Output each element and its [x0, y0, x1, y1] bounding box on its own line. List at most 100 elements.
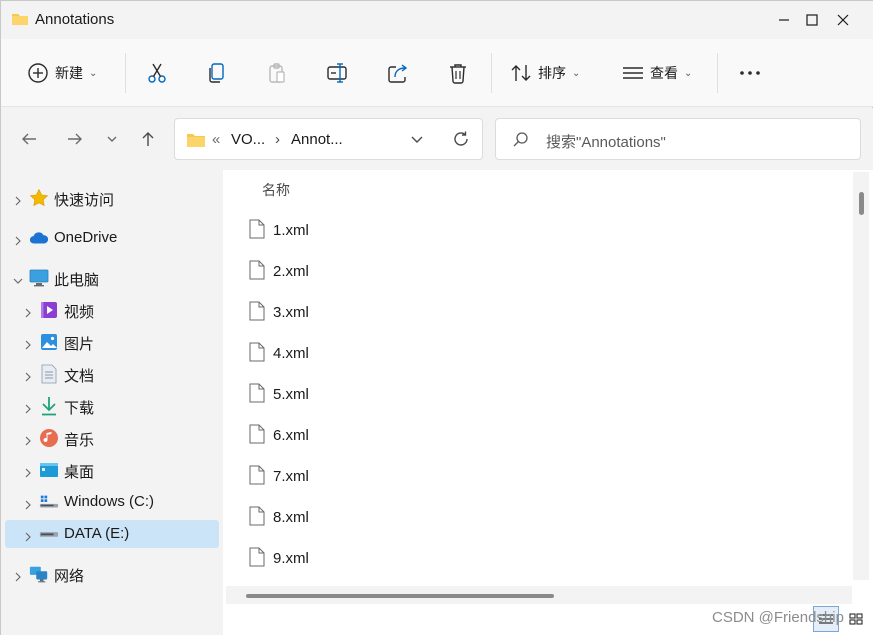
chevron-down-icon[interactable] [410, 134, 424, 146]
chevron-right-icon[interactable] [23, 433, 33, 446]
sidebar-item-label: 此电脑 [54, 272, 100, 289]
copy-button[interactable] [206, 39, 228, 107]
sidebar-item[interactable]: 桌面 [5, 456, 219, 484]
documents-icon [39, 364, 59, 384]
vertical-scrollbar[interactable] [853, 172, 869, 580]
up-button[interactable] [136, 108, 160, 170]
sidebar-item[interactable]: DATA (E:) [5, 520, 219, 548]
tiles-view-button[interactable] [843, 606, 869, 632]
chevron-right-icon[interactable] [23, 529, 33, 542]
file-row[interactable]: 6.xml [243, 415, 843, 456]
share-icon [388, 64, 408, 83]
sidebar-item[interactable]: 快速访问 [5, 184, 219, 212]
back-button[interactable] [17, 108, 41, 170]
file-icon [249, 424, 265, 447]
horizontal-scrollbar[interactable] [226, 586, 852, 604]
column-header-name[interactable]: 名称 [262, 180, 290, 200]
breadcrumb-separator: › [275, 131, 280, 148]
chevron-right-icon[interactable] [23, 369, 33, 382]
breadcrumb-item[interactable]: Annot... [291, 131, 343, 148]
chevron-right-icon[interactable] [23, 497, 33, 510]
paste-button[interactable] [266, 39, 288, 107]
recent-locations-button[interactable] [102, 108, 122, 170]
sidebar-item[interactable]: 网络 [5, 560, 219, 588]
close-button[interactable] [814, 1, 872, 39]
file-name: 3.xml [273, 304, 309, 321]
network-icon [29, 564, 49, 584]
forward-button[interactable] [63, 108, 87, 170]
delete-icon [450, 64, 466, 84]
tiles-view-icon [849, 613, 863, 625]
file-explorer-window: Annotations 新建 ⌄ 排序 ⌄ 查看 ⌄ « VO... › Ann… [0, 0, 873, 635]
view-button[interactable]: 查看 ⌄ [622, 39, 692, 107]
file-row[interactable]: 2.xml [243, 251, 843, 292]
drive-c-icon [39, 492, 59, 512]
sidebar-item[interactable]: 下载 [5, 392, 219, 420]
new-button[interactable]: 新建 ⌄ [27, 39, 97, 107]
navigation-pane: 快速访问 OneDrive 此电脑视频图片文档下载音乐桌面 Windows (C:) D… [1, 170, 223, 635]
sidebar-item[interactable]: 图片 [5, 328, 219, 356]
chevron-right-icon[interactable] [13, 569, 23, 582]
search-placeholder: 搜索"Annotations" [546, 134, 666, 151]
file-row[interactable]: 4.xml [243, 333, 843, 374]
sidebar-item-label: 音乐 [64, 432, 95, 449]
file-row[interactable]: 1.xml [243, 210, 843, 251]
file-name: 1.xml [273, 222, 309, 239]
chevron-right-icon[interactable] [13, 193, 23, 206]
file-icon [249, 465, 265, 488]
file-name: 8.xml [273, 509, 309, 526]
chevron-right-icon[interactable] [23, 401, 33, 414]
breadcrumb-item[interactable]: VO... [231, 131, 265, 148]
chevron-right-icon[interactable] [23, 305, 33, 318]
watermark-text: CSDN @Friendship [712, 609, 844, 626]
share-button[interactable] [387, 39, 409, 107]
sidebar-item[interactable]: 视频 [5, 296, 219, 324]
file-row[interactable]: 7.xml [243, 456, 843, 497]
file-row[interactable]: 3.xml [243, 292, 843, 333]
sidebar-item-label: Windows (C:) [64, 493, 155, 510]
more-options-button[interactable] [739, 39, 761, 107]
file-icon [249, 260, 265, 283]
file-row[interactable]: 9.xml [243, 538, 843, 579]
file-row[interactable]: 5.xml [243, 374, 843, 415]
paste-icon [269, 63, 285, 83]
sidebar-item[interactable]: Windows (C:) [5, 488, 219, 516]
delete-button[interactable] [447, 39, 469, 107]
sidebar-item-label: 图片 [64, 336, 95, 353]
chevron-down-icon [107, 136, 117, 142]
breadcrumb-overflow[interactable]: « [212, 131, 220, 148]
cloud-icon [29, 228, 49, 248]
file-name: 2.xml [273, 263, 309, 280]
chevron-down-icon[interactable] [13, 273, 23, 284]
horizontal-scroll-thumb[interactable] [246, 594, 554, 598]
vertical-scroll-thumb[interactable] [859, 192, 864, 215]
cut-icon [148, 63, 166, 83]
cut-button[interactable] [146, 39, 168, 107]
file-icon [249, 219, 265, 242]
new-label: 新建 [55, 65, 83, 81]
refresh-icon[interactable] [452, 130, 470, 148]
plus-circle-icon [28, 63, 48, 83]
sidebar-item-label: DATA (E:) [64, 525, 130, 542]
desktop-icon [39, 460, 59, 480]
chevron-right-icon[interactable] [23, 337, 33, 350]
chevron-right-icon[interactable] [13, 233, 23, 246]
sidebar-item[interactable]: 此电脑 [5, 264, 219, 292]
star-icon [29, 188, 49, 208]
sidebar-item[interactable]: 文档 [5, 360, 219, 388]
rename-icon [327, 63, 347, 83]
chevron-down-icon: ⌄ [684, 67, 693, 79]
sort-icon [511, 65, 531, 81]
view-label: 查看 [650, 65, 678, 81]
chevron-right-icon[interactable] [23, 465, 33, 478]
address-bar[interactable]: « VO... › Annot... [174, 118, 483, 160]
video-icon [39, 300, 59, 320]
sidebar-item[interactable]: 音乐 [5, 424, 219, 452]
rename-button[interactable] [326, 39, 350, 107]
sidebar-item-label: 文档 [64, 368, 95, 385]
search-input[interactable]: 搜索"Annotations" [495, 118, 861, 160]
file-row[interactable]: 8.xml [243, 497, 843, 538]
sidebar-item-label: 桌面 [64, 464, 95, 481]
sidebar-item[interactable]: OneDrive [5, 224, 219, 252]
sort-button[interactable]: 排序 ⌄ [510, 39, 580, 107]
